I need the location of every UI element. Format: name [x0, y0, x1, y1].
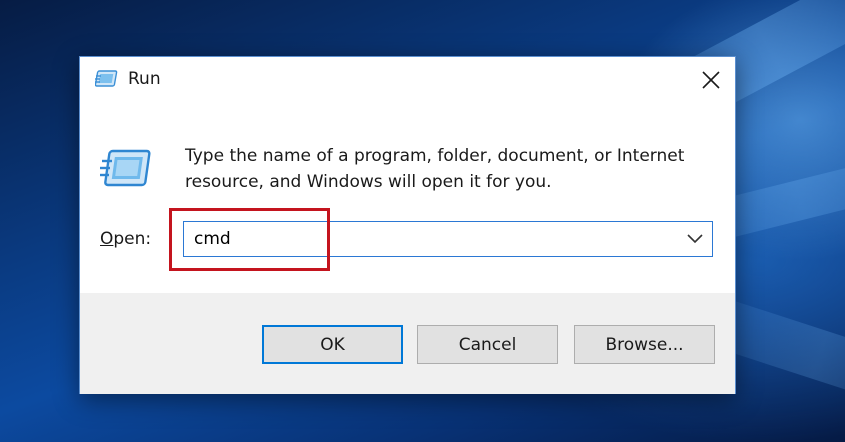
open-label: Open:	[100, 229, 152, 249]
open-dropdown-button[interactable]	[678, 222, 712, 256]
cancel-button[interactable]: Cancel	[417, 325, 558, 364]
title-bar[interactable]: Run	[80, 57, 735, 103]
window-title: Run	[128, 69, 161, 89]
close-button[interactable]	[687, 57, 735, 103]
button-bar: OK Cancel Browse...	[80, 293, 735, 394]
browse-button[interactable]: Browse...	[574, 325, 715, 364]
open-combobox[interactable]	[183, 221, 713, 257]
dialog-description: Type the name of a program, folder, docu…	[185, 146, 685, 192]
chevron-down-icon	[687, 234, 703, 244]
run-dialog: Run Type the name of a program, folder, …	[79, 56, 736, 394]
close-icon	[702, 71, 720, 89]
run-icon	[100, 149, 152, 189]
open-input[interactable]	[184, 222, 674, 256]
run-icon	[94, 70, 119, 88]
ok-button[interactable]: OK	[262, 325, 403, 364]
